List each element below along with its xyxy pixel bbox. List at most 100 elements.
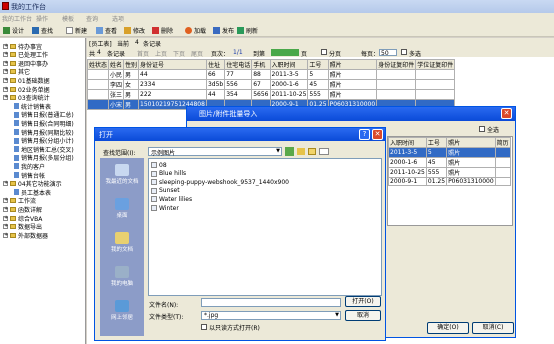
sidebar-item[interactable]: +03查询统计	[3, 94, 50, 102]
view-button[interactable]: 查看	[96, 26, 117, 35]
table-cell[interactable]: 77	[224, 69, 253, 80]
column-header[interactable]: 工号	[425, 137, 448, 148]
table-cell[interactable]: 3d5b	[205, 79, 226, 90]
sidebar-item[interactable]: 销售月报(同期比较)	[14, 128, 74, 137]
table-cell[interactable]: 女	[123, 79, 140, 90]
expand-icon[interactable]: +	[3, 232, 8, 238]
sidebar-item[interactable]: 销售月报(多层分组)	[14, 154, 74, 162]
place-item[interactable]: 我的文档	[100, 230, 144, 260]
table-cell[interactable]	[86, 69, 110, 80]
sidebar-item[interactable]: + 待办事宜	[3, 42, 42, 51]
table-row[interactable]: 小民男 44 66 77 88 2011-3-5 5 照片	[86, 69, 456, 80]
multi-select-checkbox[interactable]	[401, 49, 407, 55]
table-cell[interactable]	[376, 79, 417, 90]
table-row[interactable]: 2000-1-6 45 照片	[388, 157, 511, 168]
place-item[interactable]: 网上邻居	[100, 298, 144, 328]
sidebar-item[interactable]: 销售月报(分组小计)	[14, 137, 74, 145]
sidebar-item[interactable]: 统计销售表	[14, 102, 51, 111]
menu-item-workbench[interactable]: 我的工作台	[2, 14, 32, 23]
modify-button[interactable]: 修改	[124, 26, 145, 35]
sidebar-item[interactable]: + 其它	[3, 68, 30, 76]
table-cell[interactable]	[415, 89, 456, 100]
menu-item-operate[interactable]: 操作	[36, 14, 48, 23]
help-icon[interactable]: ?	[359, 129, 370, 140]
table-cell[interactable]: 小宋	[108, 99, 125, 110]
table-cell[interactable]: 2011-10-25	[269, 89, 309, 100]
employee-filter[interactable]: [员工表]	[89, 39, 112, 48]
file-item[interactable]: Sunset	[151, 187, 180, 195]
table-cell[interactable]: 354	[224, 89, 253, 100]
table-cell[interactable]: 555	[307, 89, 329, 100]
table-cell[interactable]	[494, 147, 511, 158]
table-row[interactable]: 张三男 222 44 354 5656 2011-10-25 555 照片	[86, 89, 456, 100]
file-item[interactable]: sleeping-puppy-webshook_9537_1440x900	[151, 178, 289, 186]
table-row[interactable]: 2011-10-25 555 照片	[388, 167, 511, 178]
pager-next[interactable]: 下页	[173, 49, 185, 58]
column-header[interactable]: 简历	[494, 137, 511, 148]
place-item[interactable]: 我的电脑	[100, 264, 144, 294]
table-cell[interactable]: 照片	[327, 79, 378, 90]
sidebar-item[interactable]: 我的客户	[14, 162, 45, 171]
table-cell[interactable]: 2011-3-5	[269, 69, 309, 80]
table-row[interactable]: 2000-9-1 01.25 P06031310000	[388, 177, 511, 186]
table-row[interactable]: 李四女 2334 3d5b 556 67 2000-1-6 45 照片	[86, 79, 456, 90]
new-button[interactable]: 新建	[66, 26, 87, 35]
expand-icon[interactable]: +	[3, 52, 8, 58]
pager-prev[interactable]: 上页	[155, 49, 167, 58]
expand-icon[interactable]: +	[3, 215, 8, 221]
sidebar-item[interactable]: 销售台帐	[14, 171, 45, 180]
sidebar-item[interactable]: + 已处理工作	[3, 51, 48, 59]
filename-input[interactable]	[201, 298, 341, 307]
file-item[interactable]: Blue hills	[151, 170, 186, 178]
sidebar-item[interactable]: + 数据导出	[3, 223, 42, 231]
expand-icon[interactable]: +	[3, 60, 8, 66]
column-header[interactable]: 姓名	[108, 59, 125, 70]
table-cell[interactable]: 2000-9-1	[388, 177, 427, 186]
publish-button[interactable]: 发布	[213, 26, 234, 35]
sidebar-item[interactable]: + 退回中事办	[3, 59, 48, 68]
expand-icon[interactable]: +	[3, 206, 8, 212]
per-page-input[interactable]: 50	[379, 49, 397, 57]
table-cell[interactable]: 照片	[327, 89, 378, 100]
sidebar-item[interactable]: 销售日报(合同明细)	[14, 119, 74, 128]
table-cell[interactable]	[415, 69, 456, 80]
expand-icon[interactable]: +	[3, 69, 8, 75]
paging-checkbox[interactable]	[321, 49, 327, 55]
expand-icon[interactable]: +	[3, 77, 8, 83]
table-cell[interactable]: 2011-10-25	[388, 167, 427, 178]
menu-item-options[interactable]: 选项	[112, 14, 124, 23]
column-header[interactable]: 身份证号	[138, 59, 207, 70]
expand-icon[interactable]: +	[3, 95, 8, 101]
readonly-checkbox[interactable]	[201, 324, 207, 330]
table-cell[interactable]: 66	[205, 69, 226, 80]
file-item[interactable]: Water lilies	[151, 195, 192, 203]
table-cell[interactable]: 5	[425, 147, 448, 158]
views-menu-icon[interactable]	[319, 148, 329, 155]
table-cell[interactable]: 45	[425, 157, 448, 168]
sidebar-item[interactable]: 销售日报(普通汇总)	[14, 111, 74, 119]
file-item[interactable]: 08	[151, 161, 167, 169]
table-cell[interactable]: 222	[138, 89, 207, 100]
table-cell[interactable]: 556	[224, 79, 253, 90]
column-header[interactable]: 身份证复印件	[376, 59, 417, 70]
filetype-select[interactable]: *.jpg ▼	[201, 311, 341, 320]
table-cell[interactable]: 2011-3-5	[388, 147, 427, 158]
sidebar-item[interactable]: +02业务单据	[3, 85, 50, 94]
place-item[interactable]: 桌面	[100, 196, 144, 226]
table-cell[interactable]: 小民	[108, 69, 125, 80]
new-folder-icon[interactable]	[308, 148, 316, 155]
column-header[interactable]: 手机	[251, 59, 271, 70]
sidebar-item[interactable]: + 综合VBA	[3, 214, 42, 223]
table-cell[interactable]	[86, 89, 110, 100]
column-header[interactable]: 学位证复印件	[415, 59, 456, 70]
column-header[interactable]: 姓状态	[86, 59, 110, 70]
table-cell[interactable]: 男	[123, 89, 140, 100]
select-all-checkbox[interactable]	[479, 126, 485, 132]
column-header[interactable]: 住址	[205, 59, 226, 70]
sidebar-item[interactable]: + 工作流	[3, 197, 36, 205]
table-cell[interactable]	[376, 89, 417, 100]
table-cell[interactable]: 67	[251, 79, 271, 90]
design-button[interactable]: 设计	[3, 26, 24, 35]
column-header[interactable]: 入职时间	[388, 137, 427, 148]
table-row[interactable]: 2011-3-5 5 照片	[388, 147, 511, 158]
